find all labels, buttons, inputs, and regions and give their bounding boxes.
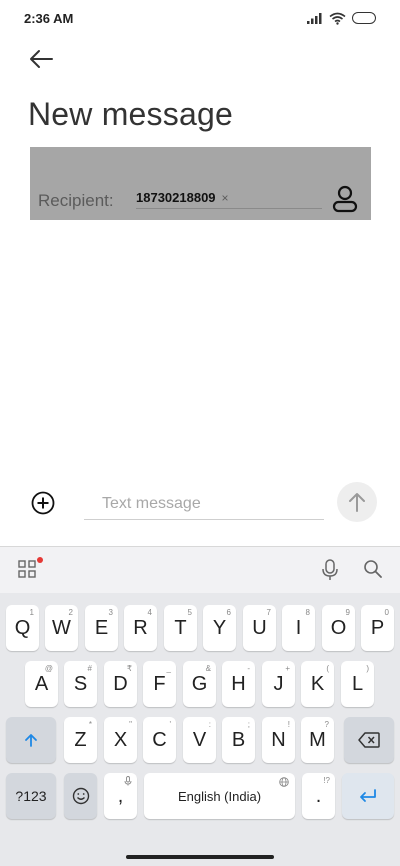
- recipient-chip-number: 18730218809: [136, 190, 216, 205]
- notification-dot: [37, 557, 43, 563]
- emoji-key[interactable]: [64, 773, 97, 819]
- key-r[interactable]: R4: [124, 605, 157, 651]
- key-k[interactable]: K(: [301, 661, 334, 707]
- key-x[interactable]: X ": [104, 717, 137, 763]
- recipient-chip-remove-button[interactable]: ×: [222, 191, 229, 205]
- recipient-chip[interactable]: 18730218809 ×: [136, 190, 229, 205]
- search-icon[interactable]: [363, 559, 383, 579]
- wifi-icon: [329, 12, 346, 25]
- status-bar: 2:36 AM: [0, 0, 400, 36]
- backspace-key[interactable]: [344, 717, 394, 763]
- status-time: 2:36 AM: [24, 10, 74, 26]
- battery-icon: [352, 12, 376, 24]
- symbols-key[interactable]: ?123: [6, 773, 56, 819]
- key-a[interactable]: A @: [25, 661, 58, 707]
- key-f[interactable]: F _: [143, 661, 176, 707]
- backspace-icon: [358, 732, 380, 748]
- comma-key[interactable]: ,: [104, 773, 137, 819]
- send-arrow-icon: [349, 493, 365, 512]
- emoji-icon: [72, 787, 89, 805]
- key-j[interactable]: J +: [262, 661, 295, 707]
- send-button[interactable]: [337, 482, 377, 522]
- back-arrow-icon: [30, 50, 53, 68]
- key-n[interactable]: N!: [262, 717, 295, 763]
- shift-icon: [25, 734, 37, 747]
- key-z[interactable]: Z *: [64, 717, 97, 763]
- key-v[interactable]: V:: [183, 717, 216, 763]
- key-u[interactable]: U7: [243, 605, 276, 651]
- text-message-input[interactable]: [84, 488, 324, 520]
- key-s[interactable]: S #: [64, 661, 97, 707]
- status-icons: [307, 12, 376, 25]
- page-title: New message: [28, 96, 233, 132]
- key-e[interactable]: E3: [85, 605, 118, 651]
- key-w[interactable]: W2: [45, 605, 78, 651]
- mic-hint-icon: [124, 776, 132, 786]
- keyboard: Q1 W2 E3 R4 T5 Y6 U7 I8 O9 P0 A @ S # D ₹ F…: [0, 546, 400, 866]
- signal-icon: [307, 13, 322, 24]
- enter-key[interactable]: [342, 773, 394, 819]
- recipient-field[interactable]: Recipient: 18730218809 ×: [30, 147, 371, 220]
- home-indicator[interactable]: [126, 855, 274, 859]
- recipient-label: Recipient:: [38, 191, 114, 210]
- back-button[interactable]: [28, 44, 58, 74]
- mic-icon[interactable]: [320, 559, 340, 581]
- shift-key[interactable]: [6, 717, 56, 763]
- key-q[interactable]: Q1: [6, 605, 39, 651]
- space-key[interactable]: English (India): [144, 773, 295, 819]
- period-key[interactable]: .!?: [302, 773, 335, 819]
- key-i[interactable]: I8: [282, 605, 315, 651]
- key-l[interactable]: L): [341, 661, 374, 707]
- key-c[interactable]: C ': [143, 717, 176, 763]
- key-h[interactable]: H-: [222, 661, 255, 707]
- add-circle-icon[interactable]: [31, 491, 55, 515]
- key-o[interactable]: O9: [322, 605, 355, 651]
- key-p[interactable]: P0: [361, 605, 394, 651]
- key-b[interactable]: B;: [222, 717, 255, 763]
- key-g[interactable]: G &: [183, 661, 216, 707]
- key-d[interactable]: D ₹: [104, 661, 137, 707]
- key-y[interactable]: Y6: [203, 605, 236, 651]
- keyboard-toolbar: [0, 547, 400, 593]
- apps-grid-icon[interactable]: [18, 560, 36, 578]
- key-t[interactable]: T5: [164, 605, 197, 651]
- recipient-input-underline: [136, 208, 322, 209]
- compose-row: [0, 482, 400, 522]
- enter-icon: [360, 789, 376, 802]
- contact-icon[interactable]: [332, 185, 358, 213]
- globe-icon: [279, 777, 289, 787]
- key-m[interactable]: M?: [301, 717, 334, 763]
